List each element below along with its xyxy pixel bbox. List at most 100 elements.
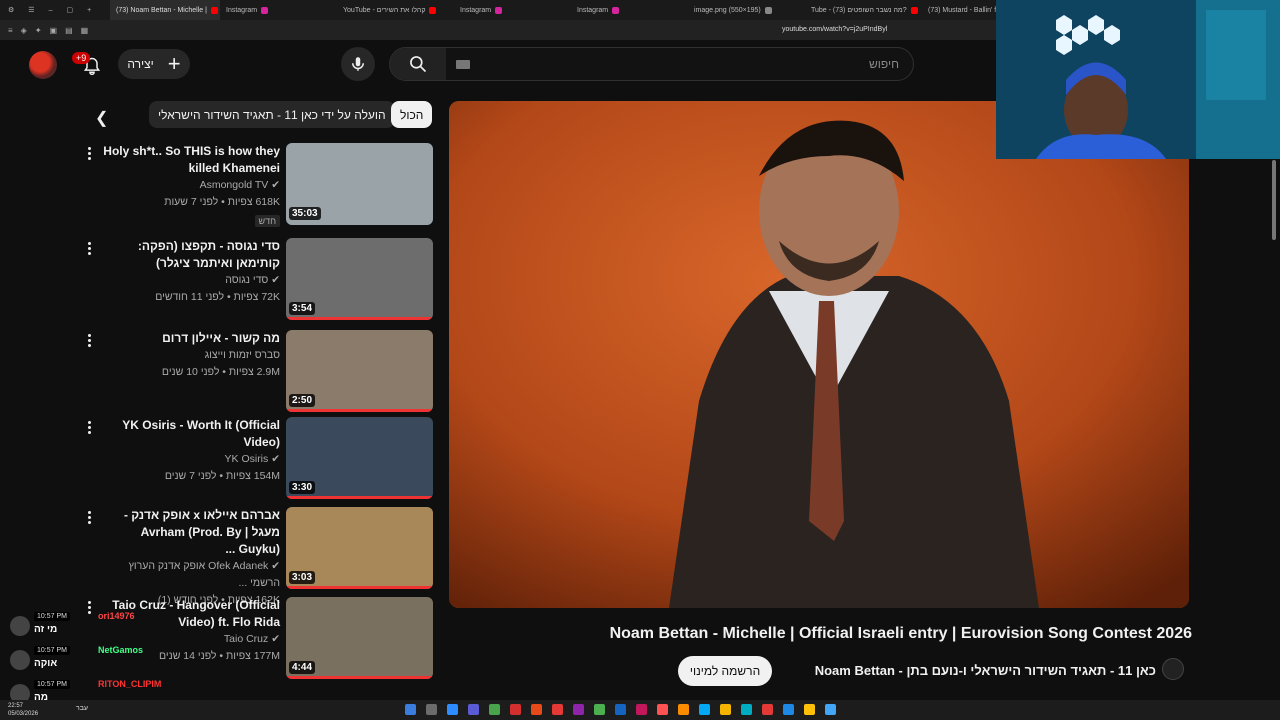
taskbar-app-icon[interactable] xyxy=(426,704,437,715)
settings-icon[interactable]: ⚙ xyxy=(8,6,14,14)
search-input[interactable]: חיפוש xyxy=(869,57,899,71)
taskbar-app-icon[interactable] xyxy=(720,704,731,715)
tab-list-icon[interactable]: ☰ xyxy=(28,6,34,14)
recommendation-title[interactable]: YK Osiris - Worth It (Official Video) xyxy=(102,417,280,451)
taskbar-app-icon[interactable] xyxy=(741,704,752,715)
taskbar-app-icon[interactable] xyxy=(699,704,710,715)
tab-label: Instagram xyxy=(226,6,258,14)
language-indicator[interactable]: עבר xyxy=(76,705,88,712)
browser-tab[interactable]: Instagram xyxy=(571,0,688,20)
tab-favicon-icon xyxy=(495,6,503,14)
new-tab-icon[interactable]: + xyxy=(87,7,91,14)
recommendation-item[interactable]: YK Osiris - Worth It (Official Video) ✔︎… xyxy=(86,417,436,505)
channel-name[interactable]: כאן 11 - תאגיד השידור הישראלי ו-נועם בתן… xyxy=(790,663,1156,678)
taskbar-app-icon[interactable] xyxy=(405,704,416,715)
taskbar-app-icon[interactable] xyxy=(510,704,521,715)
taskbar-app-icon[interactable] xyxy=(804,704,815,715)
channel-label: Ofek Adanek אופק אדנק הערוץ הרשמי ... xyxy=(128,560,280,589)
chevron-left-icon[interactable]: ❮ xyxy=(95,108,108,128)
taskbar-app-icon[interactable] xyxy=(678,704,689,715)
taskbar-app-icon[interactable] xyxy=(825,704,836,715)
recommendation-thumbnail[interactable]: 4:44 xyxy=(286,597,433,679)
chat-text: מי זה xyxy=(34,624,58,635)
recommendation-item[interactable]: אברהם איילאו x אופק אדנק - מעגל | Avrham… xyxy=(86,507,436,606)
channel-avatar[interactable] xyxy=(1162,658,1184,680)
video-title: Noam Bettan - Michelle | Official Israel… xyxy=(609,625,1192,642)
keyboard-icon[interactable] xyxy=(456,60,470,69)
shield-icon[interactable]: ◈ xyxy=(21,26,27,35)
taskbar-app-icon[interactable] xyxy=(762,704,773,715)
sidebar-icon[interactable]: ▤ xyxy=(65,26,73,35)
extensions-icon[interactable]: ✦ xyxy=(35,26,42,35)
chat-username: ori14976 xyxy=(98,611,135,621)
taskbar-app-icon[interactable] xyxy=(573,704,584,715)
recommendation-item[interactable]: סדי נגוסה - תקפצו (הפקה: קותימאן ואיתמר … xyxy=(86,238,436,326)
taskbar-app-icon[interactable] xyxy=(615,704,626,715)
recommendation-thumbnail[interactable]: 2:50 xyxy=(286,330,433,412)
recommendation-title[interactable]: Holy sh*t.. So THIS is how they killed K… xyxy=(102,143,280,177)
voice-search-button[interactable] xyxy=(341,47,375,81)
taskbar-app-icon[interactable] xyxy=(468,704,479,715)
recommendation-title[interactable]: אברהם איילאו x אופק אדנק - מעגל | Avrham… xyxy=(102,507,280,558)
taskbar-app-icon[interactable] xyxy=(552,704,563,715)
browser-tab[interactable]: image.png (550×195) xyxy=(688,0,805,20)
chip-all[interactable]: הכול xyxy=(391,101,433,128)
verified-icon: ✔︎ xyxy=(268,274,280,286)
search-button[interactable] xyxy=(390,48,446,80)
recommendation-thumbnail[interactable]: 3:03 xyxy=(286,507,433,589)
taskbar-clock[interactable]: 22:57 05/03/2026 xyxy=(8,702,38,718)
taskbar-app-icon[interactable] xyxy=(531,704,542,715)
more-options-icon[interactable] xyxy=(86,145,92,162)
recommendation-channel[interactable]: סברס יזמות וייצוג xyxy=(102,347,280,364)
more-options-icon[interactable] xyxy=(86,509,92,526)
chat-message: 10:57 PM ori14976 מי זה xyxy=(8,610,298,640)
more-options-icon[interactable] xyxy=(86,332,92,349)
taskbar-app-icon[interactable] xyxy=(657,704,668,715)
recommendation-channel[interactable]: ✔︎ YK Osiris xyxy=(102,451,280,468)
chip-uploaded-by[interactable]: הועלה על ידי כאן 11 - תאגיד השידור הישרא… xyxy=(149,101,395,128)
taskbar-app-icon[interactable] xyxy=(489,704,500,715)
browser-controls: ⚙ ☰ – ▢ + xyxy=(0,0,110,20)
more-options-icon[interactable] xyxy=(86,419,92,436)
recommendation-text: Holy sh*t.. So THIS is how they killed K… xyxy=(102,143,280,229)
taskbar-app-icon[interactable] xyxy=(447,704,458,715)
taskbar-app-icon[interactable] xyxy=(783,704,794,715)
chat-avatar xyxy=(10,616,30,636)
taskbar-app-icon[interactable] xyxy=(636,704,647,715)
browser-tab[interactable]: (73) Noam Bettan - Michelle | xyxy=(110,0,220,20)
recommendation-item[interactable]: Holy sh*t.. So THIS is how they killed K… xyxy=(86,143,436,231)
scrollbar-thumb[interactable] xyxy=(1272,160,1276,240)
recommendation-channel[interactable]: ✔︎ Ofek Adanek אופק אדנק הערוץ הרשמי ... xyxy=(102,558,280,592)
window-icon[interactable]: ▢ xyxy=(66,6,73,14)
recommendation-title[interactable]: מה קשור - איילון דרום xyxy=(102,330,280,347)
recommendation-item[interactable]: מה קשור - איילון דרום סברס יזמות וייצוג … xyxy=(86,330,436,418)
plus-icon: + xyxy=(167,51,181,76)
video-player[interactable] xyxy=(449,101,1189,608)
browser-tab[interactable]: Tube - (73) מה נשבר השופטים? xyxy=(805,0,922,20)
recommendation-channel[interactable]: ✔︎ Asmongold TV xyxy=(102,177,280,194)
duration-badge: 3:03 xyxy=(289,571,316,584)
subscribe-button[interactable]: הרשמה למינוי xyxy=(678,656,772,686)
tabs-icon[interactable]: ▣ xyxy=(50,26,58,35)
search-icon xyxy=(410,56,427,73)
url-field[interactable]: youtube.com/watch?v=j2uPIndByl xyxy=(782,26,887,33)
create-button[interactable]: יצירה + xyxy=(118,49,190,79)
reader-icon[interactable]: ▦ xyxy=(81,26,89,35)
recommendation-thumbnail[interactable]: 35:03 xyxy=(286,143,433,225)
recommendation-title[interactable]: סדי נגוסה - תקפצו (הפקה: קותימאן ואיתמר … xyxy=(102,238,280,272)
stream-chat-overlay: 10:57 PM ori14976 מי זה 10:57 PM NetGamo… xyxy=(8,610,298,704)
microphone-icon xyxy=(352,57,364,71)
tab-favicon-icon xyxy=(910,6,918,14)
browser-tab[interactable]: YouTube - קהלו את השירים xyxy=(337,0,454,20)
menu-icon[interactable]: ≡ xyxy=(8,26,13,35)
minimize-icon[interactable]: – xyxy=(49,7,53,14)
more-options-icon[interactable] xyxy=(86,240,92,257)
taskbar-app-icon[interactable] xyxy=(594,704,605,715)
account-avatar[interactable] xyxy=(29,51,57,79)
recommendation-thumbnail[interactable]: 3:30 xyxy=(286,417,433,499)
recommendation-channel[interactable]: ✔︎ סדי נגוסה xyxy=(102,272,280,289)
browser-tab[interactable]: Instagram xyxy=(220,0,337,20)
recommendation-thumbnail[interactable]: 3:54 xyxy=(286,238,433,320)
tab-favicon-icon xyxy=(429,6,437,14)
browser-tab[interactable]: Instagram xyxy=(454,0,571,20)
